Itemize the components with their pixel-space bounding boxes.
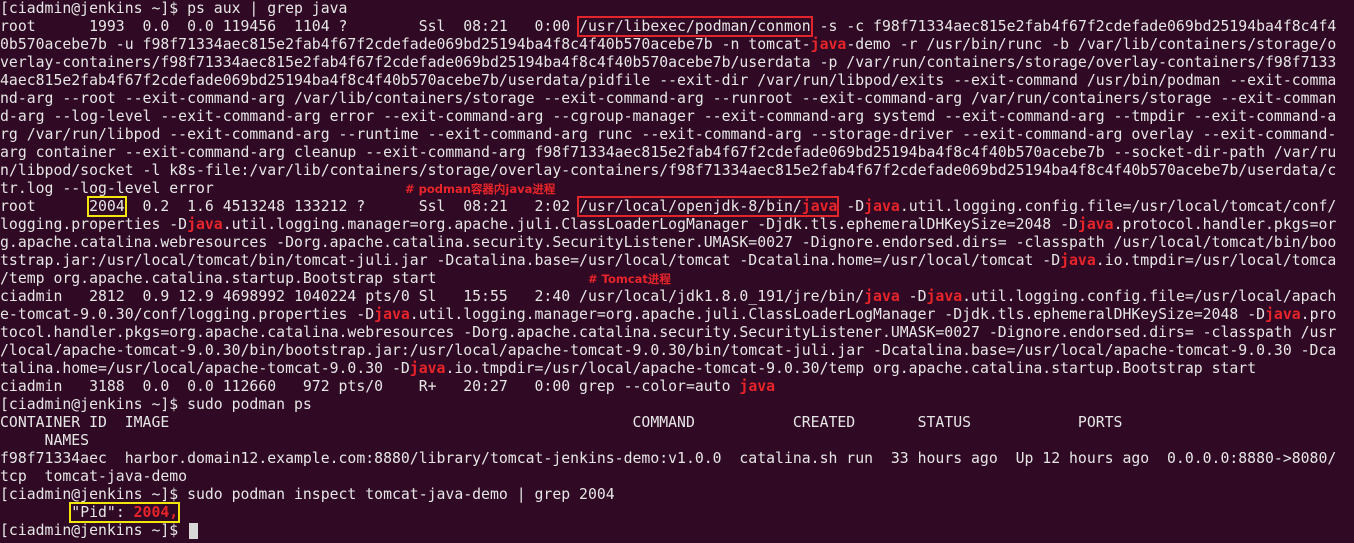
output-line: tocol.handler.pkgs=org.apache.catalina.w… bbox=[0, 324, 1337, 341]
output-line: tr.log --log-level error bbox=[0, 180, 214, 197]
output-line: 4aec815e2fab4f67f2cdefade069bd25194ba4f8… bbox=[0, 72, 1337, 89]
podman-ps-header: CONTAINER ID IMAGE COMMAND CREATED STATU… bbox=[0, 414, 1123, 431]
output-line: verlay-containers/f98f71334aec815e2fab4f… bbox=[0, 54, 1337, 71]
output-line: g.apache.catalina.webresources -Dorg.apa… bbox=[0, 234, 1337, 251]
openjdk-java-path-highlight: /usr/local/openjdk-8/bin/java bbox=[577, 196, 840, 217]
process-row-conmon: root 1993 0.0 0.0 119456 1104 ? Ssl 08:2… bbox=[0, 16, 1337, 37]
output-line: logging.properties -Djava.util.logging.m… bbox=[0, 216, 1337, 233]
java-match: java bbox=[187, 216, 223, 233]
inspect-pid-line: "Pid": 2004, bbox=[0, 502, 181, 523]
output-line: nd-arg --root --exit-command-arg /var/li… bbox=[0, 90, 1337, 107]
process-row-grep: ciadmin 3188 0.0 0.0 112660 972 pts/0 R+… bbox=[0, 378, 776, 395]
output-line: rg /var/run/libpod --exit-command-arg --… bbox=[0, 126, 1337, 143]
terminal-window[interactable]: [ciadmin@jenkins ~]$ ps aux | grep java … bbox=[0, 0, 1354, 543]
output-line: n/libpod/socket -l k8s-file:/var/lib/con… bbox=[0, 162, 1337, 179]
text-cursor bbox=[189, 523, 198, 539]
pid-json-highlight: "Pid": 2004, bbox=[69, 502, 181, 523]
java-match: java bbox=[1060, 252, 1096, 269]
podman-ps-row-cont: tcp tomcat-java-demo bbox=[0, 468, 188, 485]
java-match: java bbox=[374, 306, 410, 323]
java-match: java bbox=[739, 378, 776, 395]
process-row-java-2004: root 2004 0.2 1.6 4513248 133212 ? Ssl 0… bbox=[0, 196, 1337, 217]
prompt-ps-aux: [ciadmin@jenkins ~]$ ps aux | grep java bbox=[0, 0, 348, 17]
output-line: tstrap.jar:/usr/local/tomcat/bin/tomcat-… bbox=[0, 252, 1337, 269]
conmon-path-highlight: /usr/libexec/podman/conmon bbox=[577, 16, 813, 37]
java-match: java bbox=[810, 36, 847, 53]
output-line: 0b570acebe7b -u f98f71334aec815e2fab4f67… bbox=[0, 36, 1337, 53]
output-line: /local/apache-tomcat-9.0.30/bin/bootstra… bbox=[0, 342, 1337, 359]
output-line: e-tomcat-9.0.30/conf/logging.properties … bbox=[0, 306, 1337, 323]
output-line: talina.home=/usr/local/apache-tomcat-9.0… bbox=[0, 360, 1257, 377]
java-match: java bbox=[926, 288, 963, 305]
current-prompt[interactable]: [ciadmin@jenkins ~]$ bbox=[0, 522, 187, 540]
annotation-tomcat-process: # Tomcat进程 bbox=[588, 272, 671, 286]
pid-2004-highlight: 2004 bbox=[87, 196, 127, 217]
output-line: /temp org.apache.catalina.startup.Bootst… bbox=[0, 270, 437, 287]
prompt-podman-ps: [ciadmin@jenkins ~]$ sudo podman ps bbox=[0, 396, 312, 413]
output-line: d-arg --log-level --exit-command-arg err… bbox=[0, 108, 1337, 125]
podman-ps-header-names: NAMES bbox=[0, 432, 90, 449]
pid-value: 2004, bbox=[133, 504, 179, 521]
podman-ps-row: f98f71334aec harbor.domain12.example.com… bbox=[0, 450, 1337, 467]
java-match: java bbox=[864, 288, 900, 305]
annotation-podman-java-process: # podman容器内java进程 bbox=[405, 182, 556, 196]
java-match: java bbox=[864, 198, 900, 215]
prompt-podman-inspect: [ciadmin@jenkins ~]$ sudo podman inspect… bbox=[0, 486, 615, 503]
output-line: arg container --exit-command-arg cleanup… bbox=[0, 144, 1337, 161]
java-match: java bbox=[1077, 216, 1114, 233]
java-match: java bbox=[1265, 306, 1301, 323]
java-match: java bbox=[801, 198, 838, 215]
process-row-tomcat-2812: ciadmin 2812 0.9 12.9 4698992 1040224 pt… bbox=[0, 288, 1337, 305]
java-match: java bbox=[409, 360, 446, 377]
